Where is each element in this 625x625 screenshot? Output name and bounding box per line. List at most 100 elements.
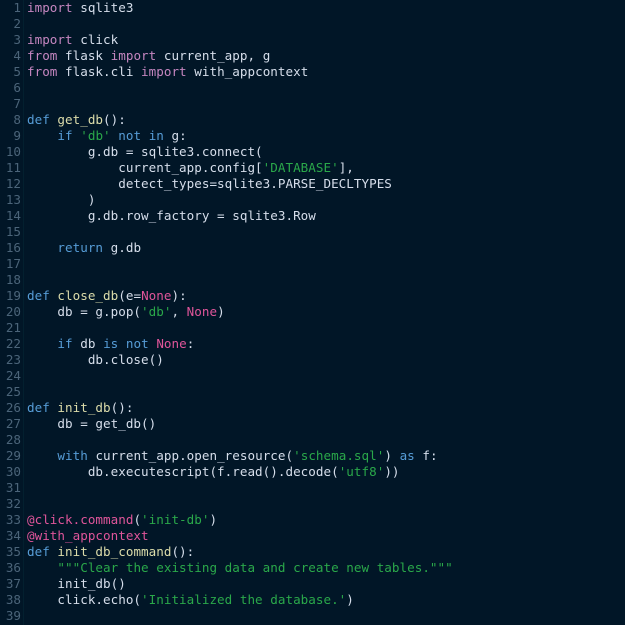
line-number: 15: [5, 224, 21, 239]
code-line[interactable]: 18: [0, 272, 625, 288]
code-line-content[interactable]: current_app.config['DATABASE'],: [21, 160, 625, 176]
code-token-id: ):: [171, 288, 187, 303]
code-line[interactable]: 30 db.executescript(f.read().decode('utf…: [0, 464, 625, 480]
code-token-kw: in: [148, 128, 164, 143]
code-line[interactable]: 34 @with_appcontext: [0, 528, 625, 544]
code-token-imp: import: [110, 48, 157, 63]
code-line[interactable]: 15: [0, 224, 625, 240]
code-line[interactable]: 37 init_db(): [0, 576, 625, 592]
code-line-content[interactable]: [21, 256, 625, 272]
code-line-content[interactable]: def init_db():: [21, 400, 625, 416]
code-line[interactable]: 1 import sqlite3: [0, 0, 625, 16]
code-line-content[interactable]: [21, 16, 625, 32]
code-token-id: )): [384, 464, 400, 479]
line-number: 8: [13, 112, 21, 127]
code-line[interactable]: 20 db = g.pop('db', None): [0, 304, 625, 320]
code-token-kw: as: [399, 448, 415, 463]
code-line-content[interactable]: [21, 224, 625, 240]
code-token-fn: init_db: [57, 400, 111, 415]
code-line-content[interactable]: g.db.row_factory = sqlite3.Row: [21, 208, 625, 224]
code-line[interactable]: 10 g.db = sqlite3.connect(: [0, 144, 625, 160]
code-line[interactable]: 33 @click.command('init-db'): [0, 512, 625, 528]
code-line-content[interactable]: from flask import current_app, g: [21, 48, 625, 64]
code-line[interactable]: 7: [0, 96, 625, 112]
code-line-content[interactable]: db = get_db(): [21, 416, 625, 432]
code-line[interactable]: 14 g.db.row_factory = sqlite3.Row: [0, 208, 625, 224]
code-line[interactable]: 9 if 'db' not in g:: [0, 128, 625, 144]
code-line[interactable]: 39: [0, 608, 625, 624]
code-line-content[interactable]: [21, 96, 625, 112]
code-line[interactable]: 22 if db is not None:: [0, 336, 625, 352]
code-editor[interactable]: 1 import sqlite3 2 3 import click 4 from flask…: [0, 0, 625, 625]
code-line-content[interactable]: [21, 368, 625, 384]
code-line-content[interactable]: from flask.cli import with_appcontext: [21, 64, 625, 80]
code-line-content[interactable]: [21, 272, 625, 288]
line-number: 34: [5, 528, 21, 543]
code-token-kw: def: [27, 400, 50, 415]
code-line-content[interactable]: if 'db' not in g:: [21, 128, 625, 144]
code-line[interactable]: 32: [0, 496, 625, 512]
code-line[interactable]: 8 def get_db():: [0, 112, 625, 128]
line-number: 31: [5, 480, 21, 495]
code-line-content[interactable]: init_db(): [21, 576, 625, 592]
code-line-content[interactable]: db.executescript(f.read().decode('utf8')…: [21, 464, 625, 480]
code-line-content[interactable]: [21, 384, 625, 400]
code-line-content[interactable]: import sqlite3: [21, 0, 625, 16]
code-line-content[interactable]: ): [21, 192, 625, 208]
code-line-content[interactable]: detect_types=sqlite3.PARSE_DECLTYPES: [21, 176, 625, 192]
code-token-id: :: [186, 336, 195, 351]
code-token-kw: if: [57, 336, 73, 351]
code-line[interactable]: 26 def init_db():: [0, 400, 625, 416]
code-line-content[interactable]: [21, 320, 625, 336]
code-line[interactable]: 24: [0, 368, 625, 384]
code-line[interactable]: 29 with current_app.open_resource('schem…: [0, 448, 625, 464]
line-number: 16: [5, 240, 21, 255]
code-token-id: g.db = sqlite3.connect(: [27, 144, 263, 159]
code-line-content[interactable]: [21, 496, 625, 512]
code-line-content[interactable]: [21, 480, 625, 496]
code-line-content[interactable]: g.db = sqlite3.connect(: [21, 144, 625, 160]
code-line-content[interactable]: import click: [21, 32, 625, 48]
code-line[interactable]: 16 return g.db: [0, 240, 625, 256]
code-line-content[interactable]: @click.command('init-db'): [21, 512, 625, 528]
code-line[interactable]: 25: [0, 384, 625, 400]
code-line-content[interactable]: db = g.pop('db', None): [21, 304, 625, 320]
code-line[interactable]: 2: [0, 16, 625, 32]
code-line[interactable]: 5 from flask.cli import with_appcontext: [0, 64, 625, 80]
code-line-content[interactable]: def close_db(e=None):: [21, 288, 625, 304]
code-line[interactable]: 21: [0, 320, 625, 336]
code-token-imp: from: [27, 64, 58, 79]
code-line[interactable]: 17: [0, 256, 625, 272]
code-line-content[interactable]: db.close(): [21, 352, 625, 368]
code-line[interactable]: 28: [0, 432, 625, 448]
code-line[interactable]: 12 detect_types=sqlite3.PARSE_DECLTYPES: [0, 176, 625, 192]
code-token-id: ():: [103, 112, 126, 127]
code-line-content[interactable]: [21, 80, 625, 96]
code-line[interactable]: 36 """Clear the existing data and create…: [0, 560, 625, 576]
code-line-content[interactable]: [21, 432, 625, 448]
code-line[interactable]: 13 ): [0, 192, 625, 208]
code-line-content[interactable]: """Clear the existing data and create ne…: [21, 560, 625, 576]
code-line-content[interactable]: def get_db():: [21, 112, 625, 128]
code-line[interactable]: 19 def close_db(e=None):: [0, 288, 625, 304]
code-line[interactable]: 23 db.close(): [0, 352, 625, 368]
code-lines-container[interactable]: 1 import sqlite3 2 3 import click 4 from flask…: [0, 0, 625, 624]
code-line-content[interactable]: with current_app.open_resource('schema.s…: [21, 448, 625, 464]
code-line[interactable]: 6: [0, 80, 625, 96]
code-line[interactable]: 4 from flask import current_app, g: [0, 48, 625, 64]
code-line[interactable]: 27 db = get_db(): [0, 416, 625, 432]
code-line[interactable]: 35 def init_db_command():: [0, 544, 625, 560]
code-token-str: 'DATABASE': [262, 160, 339, 175]
code-line-content[interactable]: def init_db_command():: [21, 544, 625, 560]
code-line-content[interactable]: @with_appcontext: [21, 528, 625, 544]
code-line-content[interactable]: [21, 608, 625, 624]
code-token-id: (e=: [118, 288, 142, 303]
code-line[interactable]: 11 current_app.config['DATABASE'],: [0, 160, 625, 176]
code-line[interactable]: 3 import click: [0, 32, 625, 48]
code-token-id: current_app.open_resource(: [87, 448, 294, 463]
code-line-content[interactable]: return g.db: [21, 240, 625, 256]
code-line-content[interactable]: click.echo('Initialized the database.'): [21, 592, 625, 608]
code-line[interactable]: 38 click.echo('Initialized the database.…: [0, 592, 625, 608]
code-line[interactable]: 31: [0, 480, 625, 496]
code-line-content[interactable]: if db is not None:: [21, 336, 625, 352]
